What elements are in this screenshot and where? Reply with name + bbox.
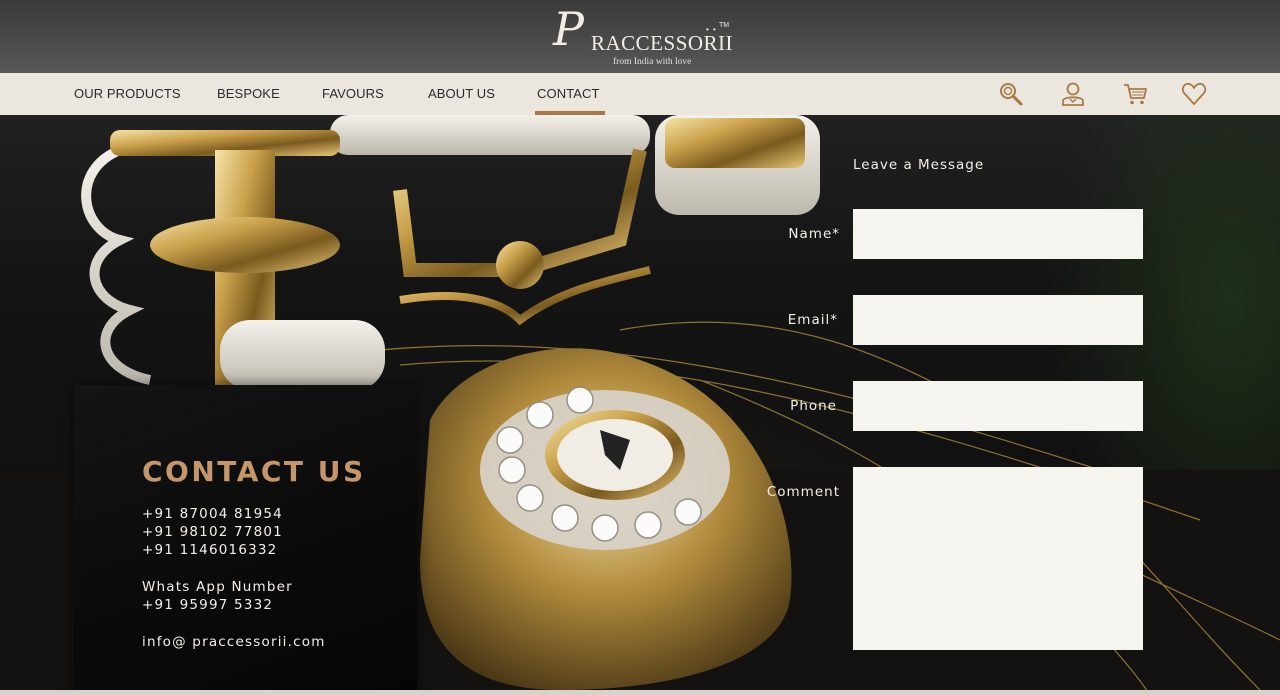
logo-wordmark: RACCESSORII [591, 31, 734, 55]
page-bottom-edge [0, 690, 1280, 695]
phone-number-3[interactable]: +91 1146016332 [142, 542, 277, 558]
trademark-mark: TM [719, 22, 730, 29]
whatsapp-number[interactable]: +91 95997 5332 [142, 597, 273, 613]
wishlist-heart-icon[interactable] [1181, 81, 1207, 107]
phone-input[interactable] [853, 381, 1143, 431]
comment-textarea[interactable] [853, 467, 1143, 650]
nav-bespoke[interactable]: BESPOKE [217, 73, 280, 115]
comment-label: Comment [766, 484, 840, 500]
name-label: Name* [788, 226, 840, 242]
phone-label: Phone [790, 398, 837, 414]
whatsapp-label: Whats App Number [142, 579, 293, 595]
form-title: Leave a Message [853, 157, 985, 173]
brand-header: P RACCESSORII • • TM from India with lov… [0, 0, 1280, 73]
nav-our-products[interactable]: OUR PRODUCTS [74, 73, 181, 115]
contact-email-link[interactable]: info@ praccessorii.com [142, 634, 326, 650]
phone-number-1[interactable]: +91 87004 81954 [142, 506, 283, 522]
search-icon[interactable] [998, 81, 1024, 107]
email-label: Email* [787, 312, 838, 328]
logo-tagline: from India with love [613, 57, 692, 67]
cart-icon[interactable] [1122, 81, 1148, 107]
logo-initial: P [553, 2, 584, 56]
nav-about-us[interactable]: ABOUT US [428, 73, 495, 115]
name-input[interactable] [853, 209, 1143, 259]
email-input[interactable] [853, 295, 1143, 345]
phone-number-2[interactable]: +91 98102 77801 [142, 524, 283, 540]
nav-favours[interactable]: FAVOURS [322, 73, 384, 115]
nav-contact[interactable]: CONTACT [535, 73, 605, 115]
account-icon[interactable] [1060, 81, 1086, 107]
contact-heading: CONTACT US [142, 455, 366, 488]
logo-dots: • • [706, 25, 717, 34]
contact-info-card: CONTACT US +91 87004 81954 +91 98102 778… [74, 385, 417, 691]
main-navigation: OUR PRODUCTS BESPOKE FAVOURS ABOUT US CO… [0, 73, 1280, 115]
praccessorii-logo[interactable]: P RACCESSORII • • TM from India with lov… [551, 4, 734, 70]
